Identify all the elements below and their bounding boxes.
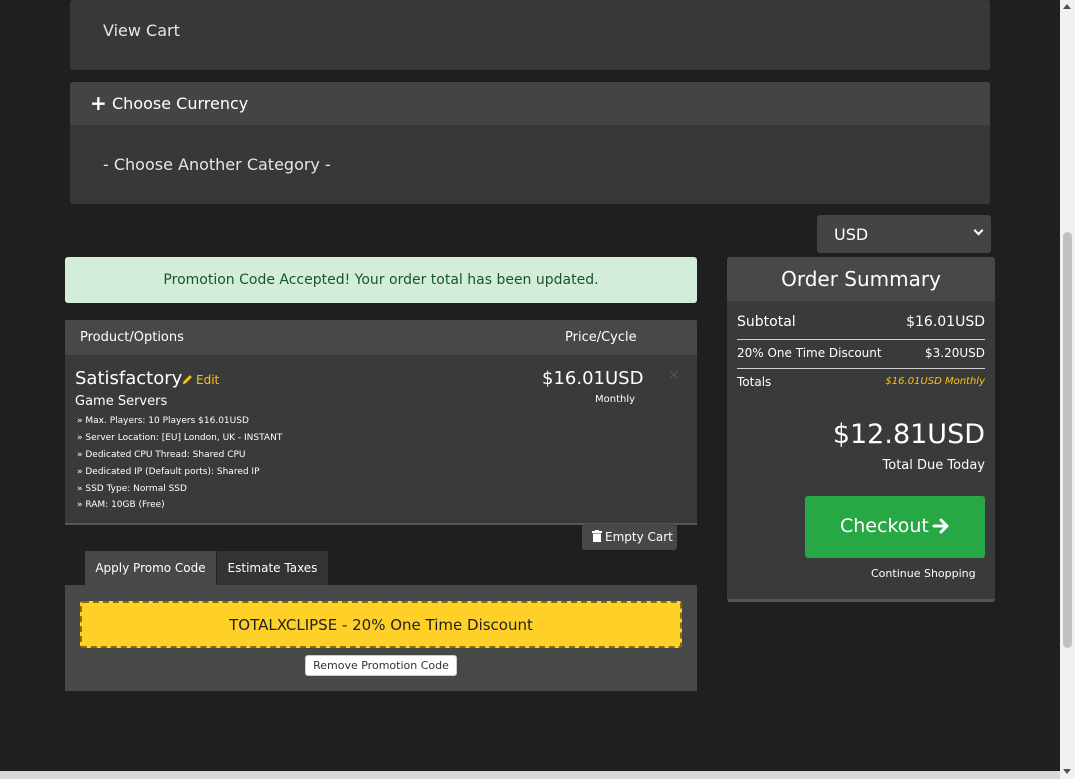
arrow-right-icon [932,518,949,534]
subtotal-row: Subtotal $16.01USD [737,314,985,334]
edit-label: Edit [196,373,220,387]
total-due-label: Total Due Today [882,458,985,473]
alert-message: Promotion Code Accepted! Your order tota… [163,272,599,288]
product-option: » RAM: 10GB (Free) [77,500,165,510]
currency-select-value: USD [834,225,869,244]
promo-code-text: TOTALXCLIPSE - 20% One Time Discount [229,616,533,634]
scroll-down-icon[interactable] [1063,769,1071,774]
totals-value: $16.01USD Monthly [885,376,985,387]
tab-apply-promo-code[interactable]: Apply Promo Code [85,551,216,586]
chevron-down-icon [973,225,984,236]
total-due-amount: $12.81USD [832,419,985,450]
discount-label: 20% One Time Discount [737,346,882,360]
product-name: Satisfactory [75,368,183,389]
page-bottom-edge [0,771,1060,779]
product-option: » Max. Players: 10 Players $16.01USD [77,416,249,426]
scroll-up-icon[interactable] [1063,4,1071,9]
column-header-product: Product/Options [80,330,184,345]
remove-promotion-code-label: Remove Promotion Code [313,659,449,672]
column-header-price: Price/Cycle [565,330,637,345]
checkout-button[interactable]: Checkout [805,496,985,558]
subtotal-value: $16.01USD [906,314,985,330]
order-summary-header: Order Summary [727,257,995,301]
cart-table-header: Product/Options Price/Cycle [65,320,697,355]
checkout-label: Checkout [840,515,929,537]
view-cart-panel: View Cart [70,0,990,70]
vertical-scrollbar[interactable] [1060,0,1075,779]
product-option: » SSD Type: Normal SSD [77,484,187,494]
view-cart-link[interactable]: View Cart [103,21,180,40]
divider [737,368,985,369]
discount-value: $3.20USD [925,346,985,360]
subtotal-label: Subtotal [737,314,796,330]
currency-select[interactable]: USD [817,215,991,253]
choose-currency-heading: Choose Currency [112,94,249,113]
tab-apply-promo-code-label: Apply Promo Code [95,561,206,575]
choose-currency-header[interactable]: + Choose Currency [70,82,990,125]
order-summary: Order Summary Subtotal $16.01USD 20% One… [727,257,995,602]
choose-currency-panel: + Choose Currency - Choose Another Categ… [70,82,990,204]
edit-product-link[interactable]: Edit [182,373,219,387]
cart-table: Product/Options Price/Cycle Satisfactory… [65,320,697,525]
billing-cycle: Monthly [595,394,636,405]
pencil-icon [182,375,192,385]
product-option: » Server Location: [EU] London, UK - INS… [77,433,283,443]
product-group: Game Servers [75,394,168,409]
plus-icon: + [90,91,107,115]
trash-icon [592,530,602,542]
totals-row: Totals $16.01USD Monthly [737,375,985,393]
product-price: $16.01USD [542,368,644,389]
discount-row: 20% One Time Discount $3.20USD [737,346,985,364]
choose-another-category-link[interactable]: - Choose Another Category - [103,155,331,174]
promo-accepted-alert: Promotion Code Accepted! Your order tota… [65,257,697,303]
product-option: » Dedicated IP (Default ports): Shared I… [77,467,260,477]
remove-promotion-code-button[interactable]: Remove Promotion Code [305,655,457,676]
order-summary-title: Order Summary [781,267,941,291]
empty-cart-label: Empty Cart [605,530,673,544]
empty-cart-button[interactable]: Empty Cart [582,524,677,550]
promo-tab-panel: TOTALXCLIPSE - 20% One Time Discount Rem… [65,585,697,691]
scrollbar-thumb[interactable] [1063,232,1072,648]
totals-label: Totals [737,375,772,389]
divider [737,339,985,340]
product-option: » Dedicated CPU Thread: Shared CPU [77,450,246,460]
tab-estimate-taxes[interactable]: Estimate Taxes [217,551,328,586]
continue-shopping-link[interactable]: Continue Shopping [871,567,976,580]
tab-estimate-taxes-label: Estimate Taxes [227,561,318,575]
applied-promo-code: TOTALXCLIPSE - 20% One Time Discount [80,601,682,648]
remove-icon[interactable]: × [668,367,680,383]
